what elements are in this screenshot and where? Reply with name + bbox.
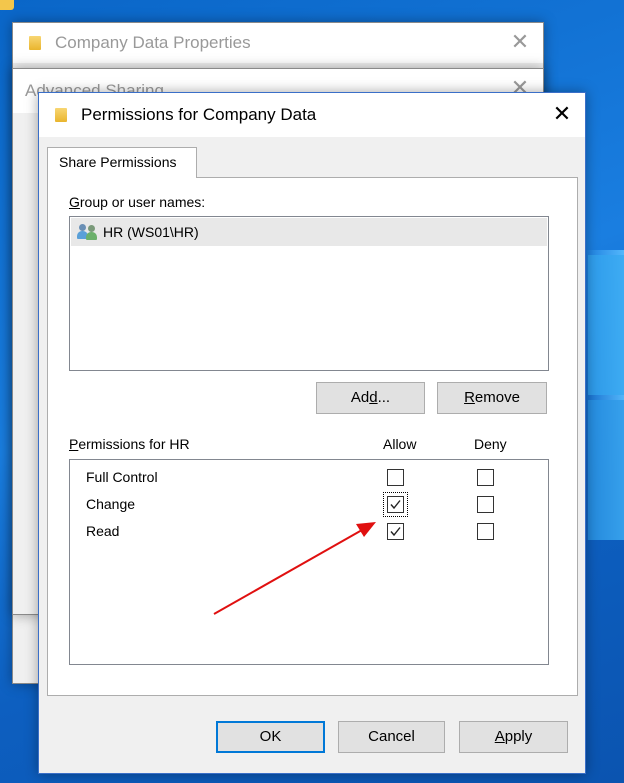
cancel-button[interactable]: Cancel [338,721,445,753]
add-button[interactable]: Add... [316,382,425,414]
properties-title: Company Data Properties [55,33,251,52]
group-label-text: roup or user names: [79,194,206,210]
apply-button[interactable]: Apply [459,721,568,753]
permissions-list [69,459,549,665]
allow-full-control-checkbox[interactable] [387,469,404,486]
close-icon[interactable]: ✕ [551,103,573,125]
folder-icon [29,36,41,50]
dialog-title: Permissions for Company Data [81,105,317,124]
allow-read-checkbox[interactable] [387,523,404,540]
user-group-icon [77,224,99,240]
deny-header: Deny [474,436,507,452]
permission-label-change: Change [86,496,136,512]
list-item[interactable]: HR (WS01\HR) [71,218,547,246]
permissions-for-label: Permissions for HR [69,436,190,452]
permissions-titlebar: Permissions for Company Data ✕ [39,93,585,137]
tab-share-permissions[interactable]: Share Permissions [47,147,197,178]
allow-change-checkbox[interactable] [387,496,404,513]
group-or-user-names-label: Group or user names: [69,194,205,210]
user-listbox[interactable]: HR (WS01\HR) [69,216,549,371]
properties-titlebar: Company Data Properties ✕ [13,23,543,63]
user-name: HR (WS01\HR) [103,224,199,240]
ok-button[interactable]: OK [216,721,325,753]
deny-change-checkbox[interactable] [477,496,494,513]
deny-full-control-checkbox[interactable] [477,469,494,486]
deny-read-checkbox[interactable] [477,523,494,540]
permission-label-read: Read [86,523,120,539]
close-icon[interactable]: ✕ [509,31,531,53]
group-label-mnemonic: G [69,194,80,210]
remove-button[interactable]: Remove [437,382,547,414]
desktop-glow-top [588,255,624,395]
desktop-glow-bottom [588,400,624,540]
permission-label-full-control: Full Control [86,469,158,485]
folder-icon [55,108,67,122]
allow-header: Allow [383,436,417,452]
desktop-folder-icon [0,0,14,10]
